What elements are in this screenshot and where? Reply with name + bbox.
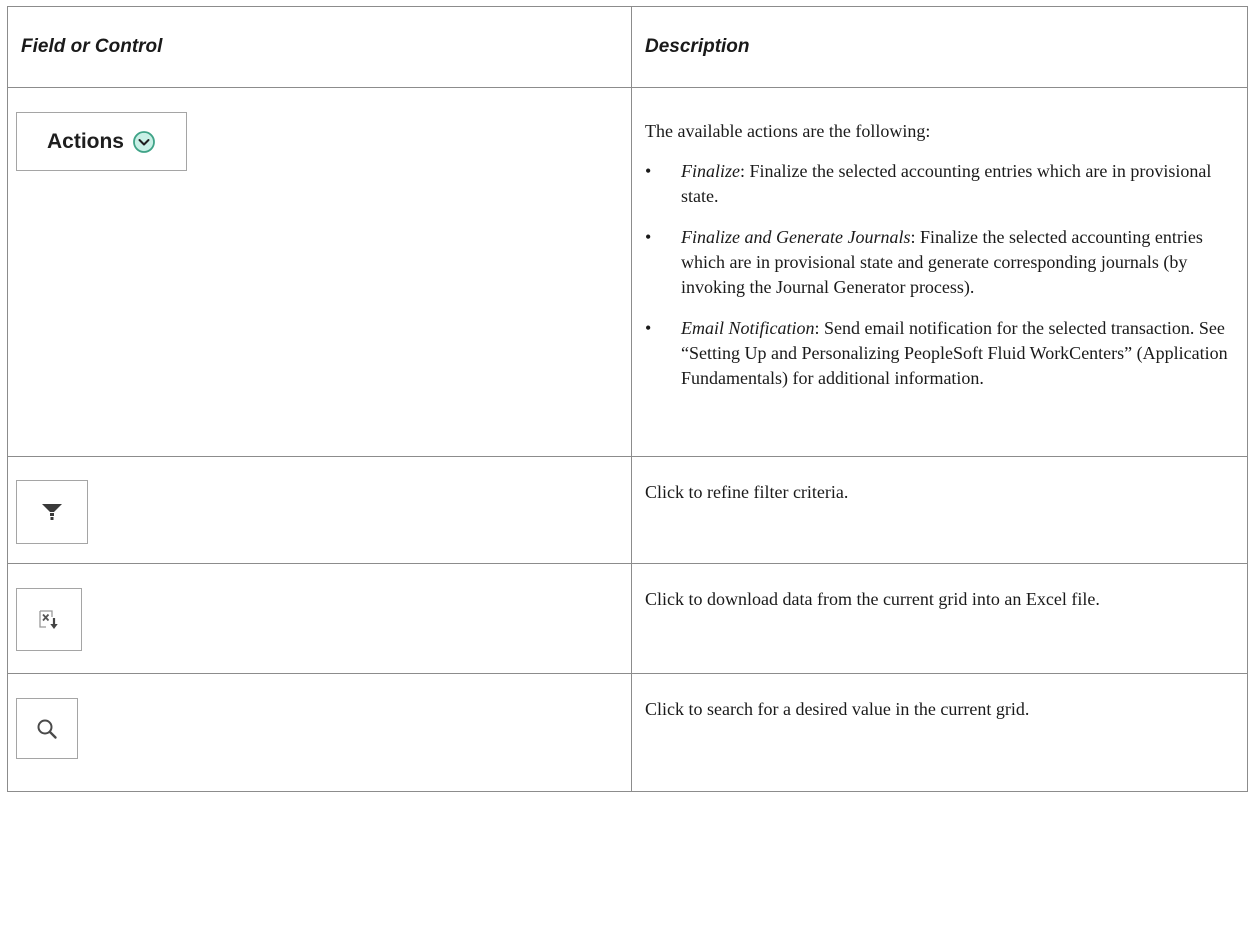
term-finalize: Finalize xyxy=(681,161,740,181)
table-row-search: Click to search for a desired value in t… xyxy=(7,673,1248,792)
description-cell-actions: The available actions are the following:… xyxy=(631,87,1248,457)
filter-icon xyxy=(40,500,64,524)
field-cell-actions: Actions xyxy=(7,87,632,457)
list-item-email-notification: • Email Notification: Send email notific… xyxy=(645,316,1233,391)
table-header-row: Field or Control Description xyxy=(7,6,1248,88)
term-email-notification: Email Notification xyxy=(681,318,815,338)
search-description: Click to search for a desired value in t… xyxy=(645,699,1030,719)
bullet-glyph: • xyxy=(645,318,652,338)
table-row-actions: Actions The available actions are the fo… xyxy=(7,87,1248,457)
field-description-table: Field or Control Description Actions The… xyxy=(7,6,1248,792)
search-icon xyxy=(35,717,59,741)
download-excel-button[interactable] xyxy=(16,588,82,651)
filter-button[interactable] xyxy=(16,480,88,544)
chevron-down-circle-icon xyxy=(132,130,156,154)
list-item-finalize: • Finalize: Finalize the selected accoun… xyxy=(645,159,1233,209)
search-button[interactable] xyxy=(16,698,78,759)
term-finalize-generate-journals: Finalize and Generate Journals xyxy=(681,227,911,247)
actions-button-label: Actions xyxy=(46,129,124,153)
description-cell-download: Click to download data from the current … xyxy=(631,563,1248,674)
table-row-download: Click to download data from the current … xyxy=(7,563,1248,674)
table-row-filter: Click to refine filter criteria. xyxy=(7,456,1248,564)
actions-list: • Finalize: Finalize the selected accoun… xyxy=(645,159,1233,391)
list-item-finalize-generate-journals: • Finalize and Generate Journals: Finali… xyxy=(645,225,1233,300)
download-description: Click to download data from the current … xyxy=(645,589,1100,609)
column-header-description: Description xyxy=(631,6,1248,88)
actions-intro-text: The available actions are the following: xyxy=(645,121,931,141)
definition-finalize: : Finalize the selected accounting entri… xyxy=(681,161,1212,206)
field-cell-search xyxy=(7,673,632,792)
excel-download-icon xyxy=(37,608,61,632)
description-cell-search: Click to search for a desired value in t… xyxy=(631,673,1248,792)
column-header-field: Field or Control xyxy=(7,6,632,88)
field-cell-filter xyxy=(7,456,632,564)
description-cell-filter: Click to refine filter criteria. xyxy=(631,456,1248,564)
field-cell-download xyxy=(7,563,632,674)
bullet-glyph: • xyxy=(645,227,652,247)
actions-button[interactable]: Actions xyxy=(16,112,187,171)
filter-description: Click to refine filter criteria. xyxy=(645,482,849,502)
bullet-glyph: • xyxy=(645,161,652,181)
